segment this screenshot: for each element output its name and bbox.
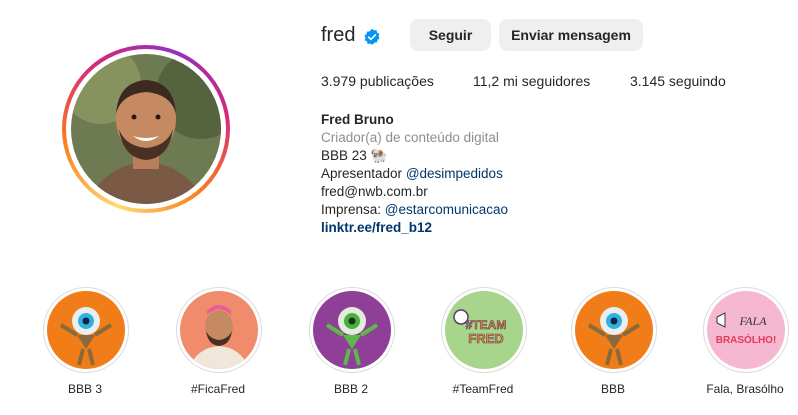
svg-text:FRED: FRED: [468, 331, 503, 346]
highlight-fica-fred[interactable]: [176, 287, 262, 373]
highlight-label: BBB: [600, 382, 625, 396]
svg-text:BRASÓLHO!: BRASÓLHO!: [716, 333, 777, 346]
username: fred: [321, 24, 356, 46]
bbb-eye-mascot-icon: [313, 291, 391, 369]
desimpedidos-link[interactable]: @desimpedidos: [406, 166, 503, 181]
highlight-bbb-2[interactable]: [309, 287, 395, 373]
highlight-fala-brasolho[interactable]: FALA BRASÓLHO!: [703, 287, 789, 373]
bbb-eye-mascot-icon: [47, 291, 125, 369]
send-message-button[interactable]: Enviar mensagem: [499, 19, 643, 51]
highlight-bbb[interactable]: [571, 287, 657, 373]
highlight-bbb-3[interactable]: [43, 287, 129, 373]
following-count[interactable]: 3.145 seguindo: [630, 73, 726, 89]
estarcomunicacao-link[interactable]: @estarcomunicacao: [385, 202, 508, 217]
full-name: Fred Bruno: [321, 112, 394, 127]
posts-count: 3.979 publicações: [321, 73, 434, 89]
highlight-label: BBB 2: [333, 382, 369, 396]
category-label: Criador(a) de conteúdo digital: [321, 130, 499, 145]
svg-text:FALA: FALA: [738, 314, 767, 328]
highlight-label: #TeamFred: [452, 382, 514, 396]
bio-email: fred@nwb.com.br: [321, 184, 428, 199]
verified-badge-icon: [364, 28, 380, 45]
bio-line-press: Imprensa: @estarcomunicacao: [321, 201, 508, 219]
highlight-label: Fala, Brasólho: [706, 382, 784, 396]
svg-text:#TEAM: #TEAM: [466, 318, 507, 332]
bio-line-bbb: BBB 23 🐏: [321, 148, 388, 163]
website-link[interactable]: linktr.ee/fred_b12: [321, 219, 432, 237]
highlight-label: BBB 3: [67, 382, 103, 396]
followers-count[interactable]: 11,2 mi seguidores: [473, 73, 590, 89]
fala-brasolho-logo-icon: FALA BRASÓLHO!: [707, 291, 785, 369]
bio-presenter-text: Apresentador: [321, 166, 406, 181]
bio-line-presenter: Apresentador @desimpedidos: [321, 165, 503, 183]
profile-avatar-ring[interactable]: [62, 45, 230, 213]
fred-photo-thumb: [180, 291, 258, 369]
team-fred-logo-icon: #TEAM FRED: [445, 291, 523, 369]
highlight-team-fred[interactable]: #TEAM FRED: [441, 287, 527, 373]
profile-photo: [71, 54, 221, 204]
bbb-eye-mascot-icon: [575, 291, 653, 369]
bio-press-text: Imprensa:: [321, 202, 385, 217]
highlight-label: #FicaFred: [190, 382, 246, 396]
profile-avatar[interactable]: [71, 54, 221, 204]
follow-button[interactable]: Seguir: [410, 19, 491, 51]
